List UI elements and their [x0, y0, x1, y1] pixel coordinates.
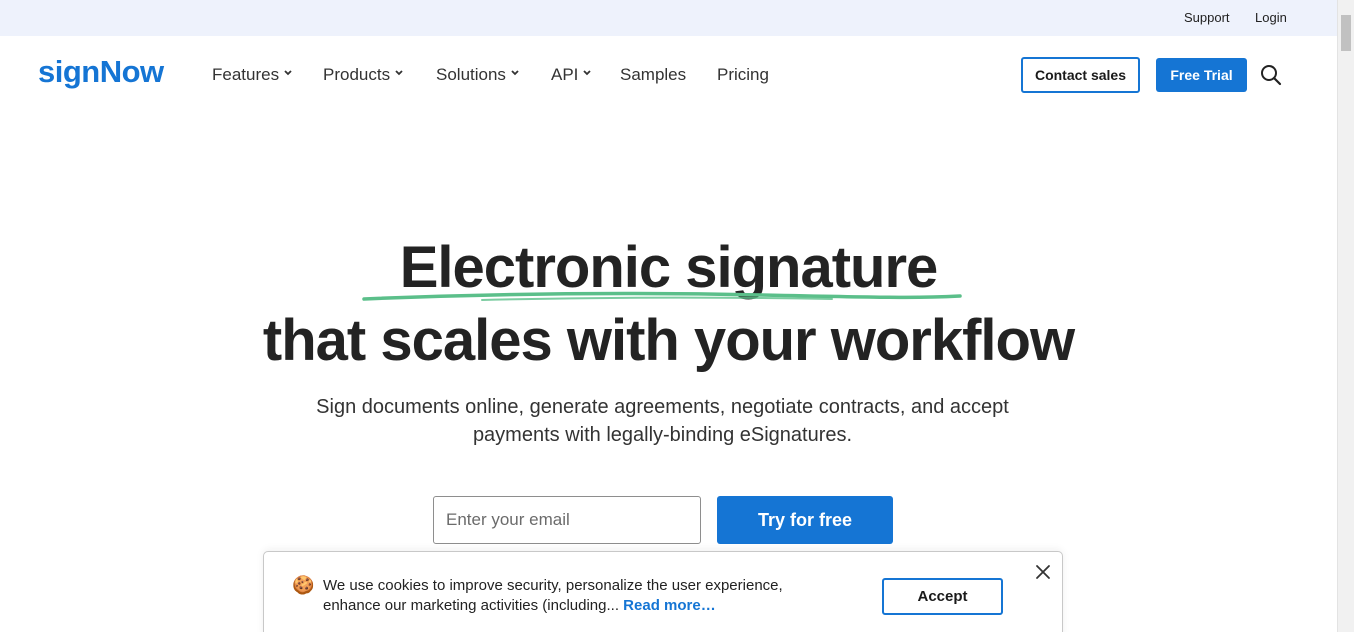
- cookie-icon: 🍪: [292, 575, 315, 595]
- read-more-link[interactable]: Read more…: [623, 597, 716, 614]
- nav-item-label: Products: [323, 65, 391, 84]
- nav-item-label: Features: [212, 65, 280, 84]
- contact-sales-button[interactable]: Contact sales: [1021, 57, 1140, 93]
- search-icon[interactable]: [1260, 64, 1282, 86]
- chevron-down-icon: [511, 70, 519, 78]
- email-input[interactable]: [433, 496, 701, 544]
- hero-subtitle-line2: payments with legally-binding eSignature…: [472, 424, 853, 446]
- cookie-text-line1: We use cookies to improve security, pers…: [323, 577, 783, 594]
- free-trial-button[interactable]: Free Trial: [1156, 58, 1247, 92]
- nav-item-pricing[interactable]: Pricing: [717, 65, 769, 85]
- accept-cookies-button[interactable]: Accept: [882, 578, 1003, 615]
- hero-subtitle-line1: Sign documents online, generate agreemen…: [316, 396, 1009, 418]
- nav-item-label: API: [551, 65, 579, 84]
- nav-item-api[interactable]: API: [551, 65, 592, 85]
- nav-item-label: Pricing: [717, 65, 769, 84]
- page-scrollbar[interactable]: [1337, 0, 1354, 632]
- chevron-down-icon: [395, 70, 403, 78]
- green-underline-decoration: [362, 291, 962, 301]
- signnow-logo[interactable]: signNow: [38, 54, 164, 90]
- login-link[interactable]: Login: [1255, 10, 1287, 25]
- cookie-text-line2: enhance our marketing activities (includ…: [323, 597, 619, 614]
- scrollbar-thumb[interactable]: [1341, 15, 1351, 51]
- cookie-banner: 🍪 We use cookies to improve security, pe…: [263, 551, 1063, 632]
- support-link[interactable]: Support: [1184, 10, 1230, 25]
- nav-item-features[interactable]: Features: [212, 65, 292, 85]
- utility-bar: Support Login: [0, 0, 1337, 36]
- close-icon[interactable]: [1035, 564, 1051, 580]
- chevron-down-icon: [583, 70, 592, 78]
- nav-item-samples[interactable]: Samples: [620, 65, 686, 85]
- hero-title-line2: that scales with your workflow: [262, 308, 1075, 373]
- nav-item-products[interactable]: Products: [323, 65, 403, 85]
- try-for-free-button[interactable]: Try for free: [717, 496, 893, 544]
- nav-item-label: Solutions: [436, 65, 506, 84]
- nav-item-solutions[interactable]: Solutions: [436, 65, 519, 85]
- chevron-down-icon: [284, 70, 292, 78]
- nav-item-label: Samples: [620, 65, 687, 84]
- main-navigation: signNow Features Products Solutions API …: [0, 36, 1337, 114]
- cookie-message: We use cookies to improve security, pers…: [323, 576, 803, 616]
